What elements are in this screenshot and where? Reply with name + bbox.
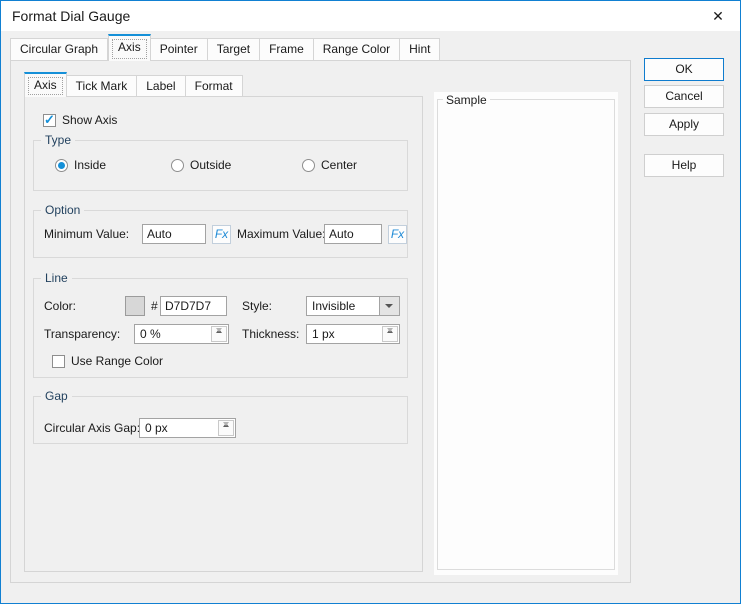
spinner-buttons — [218, 420, 234, 436]
axis-sub-tab-page: Show Axis Type Inside Outside Center — [24, 96, 423, 572]
type-group: Type Inside Outside Center — [33, 140, 408, 191]
style-dropdown[interactable]: Invisible — [306, 296, 400, 316]
subtab-label[interactable]: Label — [137, 75, 185, 97]
line-group-legend: Line — [41, 271, 72, 285]
radio-selected-icon — [55, 159, 68, 172]
sample-group: Sample — [437, 99, 615, 570]
subtab-format[interactable]: Format — [186, 75, 243, 97]
spinner-buttons — [211, 326, 227, 342]
apply-button[interactable]: Apply — [644, 113, 724, 136]
color-hex-input[interactable] — [160, 296, 227, 316]
tab-axis[interactable]: Axis — [108, 34, 151, 61]
line-group: Line Color: # Style: Invisible Transpare… — [33, 278, 408, 378]
circular-axis-gap-spinner[interactable]: 0 px — [139, 418, 236, 438]
minimum-value-label: Minimum Value: — [44, 224, 129, 244]
color-swatch[interactable] — [125, 296, 145, 316]
format-dial-gauge-dialog: Format Dial Gauge ✕ Circular Graph Axis … — [0, 0, 741, 604]
sample-preview-area: Sample — [434, 92, 618, 575]
radio-icon — [302, 159, 315, 172]
minimum-value-input[interactable] — [142, 224, 206, 244]
axis-sub-tab-strip: Axis Tick Mark Label Format — [24, 72, 243, 97]
gap-group: Gap Circular Axis Gap: 0 px — [33, 396, 408, 444]
tab-range-color[interactable]: Range Color — [314, 38, 400, 61]
maximum-fx-button[interactable]: Fx — [388, 225, 407, 244]
title-bar: Format Dial Gauge ✕ — [1, 1, 740, 31]
thickness-value: 1 px — [312, 325, 335, 343]
cancel-button[interactable]: Cancel — [644, 85, 724, 108]
chevron-down-icon — [385, 304, 393, 308]
axis-tab-page: Axis Tick Mark Label Format Show Axis Ty… — [10, 60, 631, 583]
sample-group-legend: Sample — [443, 93, 490, 107]
tab-pointer[interactable]: Pointer — [151, 38, 208, 61]
radio-inside-label: Inside — [74, 158, 106, 172]
minimum-fx-button[interactable]: Fx — [212, 225, 231, 244]
radio-outside[interactable]: Outside — [171, 158, 231, 172]
tab-target[interactable]: Target — [208, 38, 260, 61]
subtab-axis[interactable]: Axis — [24, 72, 67, 97]
thickness-label: Thickness: — [242, 324, 299, 344]
transparency-label: Transparency: — [44, 324, 120, 344]
show-axis-checkbox[interactable]: Show Axis — [43, 113, 117, 127]
transparency-spinner[interactable]: 0 % — [134, 324, 229, 344]
window-title: Format Dial Gauge — [12, 8, 130, 24]
style-label: Style: — [242, 296, 272, 316]
radio-icon — [171, 159, 184, 172]
checkbox-unchecked-icon — [52, 355, 65, 368]
close-icon[interactable]: ✕ — [703, 5, 733, 27]
hex-hash-label: # — [151, 296, 158, 316]
use-range-color-checkbox[interactable]: Use Range Color — [52, 354, 163, 368]
radio-inside[interactable]: Inside — [55, 158, 106, 172]
checkbox-checked-icon — [43, 114, 56, 127]
help-button[interactable]: Help — [644, 154, 724, 177]
option-group: Option Minimum Value: Fx Maximum Value: … — [33, 210, 408, 258]
maximum-value-input[interactable] — [324, 224, 382, 244]
tab-circular-graph[interactable]: Circular Graph — [10, 38, 108, 61]
transparency-value: 0 % — [140, 325, 161, 343]
tab-frame[interactable]: Frame — [260, 38, 314, 61]
main-tab-strip: Circular Graph Axis Pointer Target Frame… — [10, 34, 440, 61]
ok-button[interactable]: OK — [644, 58, 724, 81]
style-dropdown-value: Invisible — [312, 297, 355, 315]
circular-axis-gap-label: Circular Axis Gap: — [44, 418, 140, 438]
use-range-color-label: Use Range Color — [71, 354, 163, 368]
radio-center-label: Center — [321, 158, 357, 172]
show-axis-label: Show Axis — [62, 113, 117, 127]
gap-group-legend: Gap — [41, 389, 72, 403]
maximum-value-label: Maximum Value: — [237, 224, 325, 244]
thickness-spinner[interactable]: 1 px — [306, 324, 400, 344]
type-group-legend: Type — [41, 133, 75, 147]
spinner-buttons — [382, 326, 398, 342]
dropdown-button[interactable] — [379, 297, 399, 315]
tab-hint[interactable]: Hint — [400, 38, 440, 61]
option-group-legend: Option — [41, 203, 84, 217]
subtab-tick-mark[interactable]: Tick Mark — [67, 75, 138, 97]
radio-outside-label: Outside — [190, 158, 231, 172]
color-label: Color: — [44, 296, 76, 316]
radio-center[interactable]: Center — [302, 158, 357, 172]
circular-axis-gap-value: 0 px — [145, 419, 168, 437]
